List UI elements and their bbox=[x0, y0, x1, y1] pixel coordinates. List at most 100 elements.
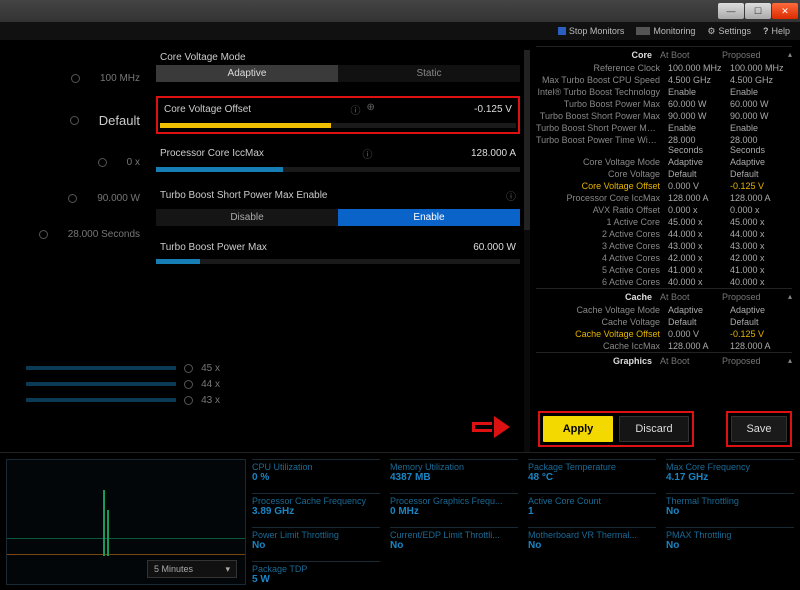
stat-tile[interactable]: Current/EDP Limit Throttli...No bbox=[390, 527, 518, 559]
left-item[interactable]: 90.000 W bbox=[0, 180, 150, 216]
minimize-button[interactable]: — bbox=[718, 3, 744, 19]
tab-static[interactable]: Static bbox=[338, 65, 520, 82]
stat-tile[interactable]: Thermal ThrottlingNo bbox=[666, 493, 794, 525]
monitoring-graph[interactable]: 5 Minutes▾ bbox=[6, 459, 246, 585]
stat-tile[interactable]: Processor Cache Frequency3.89 GHz bbox=[252, 493, 380, 525]
apply-button[interactable]: Apply bbox=[543, 416, 613, 442]
turbo-boost-power-max[interactable]: Turbo Boost Power Max 60.000 W bbox=[156, 240, 520, 264]
section-cache[interactable]: Cache At Boot Proposed ▴ bbox=[536, 288, 792, 304]
setting-label: Turbo Boost Short Power Max Enable bbox=[160, 190, 328, 201]
stat-label: Current/EDP Limit Throttli... bbox=[390, 530, 518, 540]
monitoring-link[interactable]: Monitoring bbox=[636, 26, 695, 36]
stop-monitors-link[interactable]: Stop Monitors bbox=[558, 26, 625, 36]
left-item[interactable]: 28.000 Seconds bbox=[0, 216, 150, 252]
stat-tile[interactable]: Package Temperature48 °C bbox=[528, 459, 656, 491]
stat-value: No bbox=[666, 506, 794, 517]
stat-tile[interactable]: Memory Utilization4387 MB bbox=[390, 459, 518, 491]
row-proposed: 4.500 GHz bbox=[730, 75, 792, 85]
row-proposed: Adaptive bbox=[730, 157, 792, 167]
summary-row: Intel® Turbo Boost TechnologyEnableEnabl… bbox=[536, 86, 792, 98]
toggle-disable[interactable]: Disable bbox=[156, 209, 338, 226]
toggle-enable[interactable]: Enable bbox=[338, 209, 520, 226]
processor-core-iccmax[interactable]: Processor Core IccMax 128.000 A bbox=[156, 144, 520, 172]
stat-tile[interactable]: Motherboard VR Thermal...No bbox=[528, 527, 656, 559]
slider-track[interactable] bbox=[156, 167, 520, 172]
row-proposed: 60.000 W bbox=[730, 99, 792, 109]
row-boot: Enable bbox=[668, 123, 730, 133]
stat-tile[interactable]: Processor Graphics Frequ...0 MHz bbox=[390, 493, 518, 525]
row-proposed: 43.000 x bbox=[730, 241, 792, 251]
row-label: Cache Voltage bbox=[536, 317, 668, 327]
row-label: Intel® Turbo Boost Technology bbox=[536, 87, 668, 97]
row-proposed: Enable bbox=[730, 87, 792, 97]
discard-button[interactable]: Discard bbox=[619, 416, 689, 442]
multiplier-row[interactable]: 45 x bbox=[5, 360, 230, 376]
chevron-up-icon: ▴ bbox=[784, 356, 792, 366]
link-icon[interactable] bbox=[366, 102, 374, 117]
multiplier-row[interactable]: 43 x bbox=[5, 392, 230, 408]
stat-value: No bbox=[252, 540, 380, 551]
multiplier-row[interactable]: 44 x bbox=[5, 376, 230, 392]
section-graphics[interactable]: Graphics At Boot Proposed ▴ bbox=[536, 352, 792, 368]
row-label: Reference Clock bbox=[536, 63, 668, 73]
action-bar: Apply Discard Save bbox=[530, 406, 800, 452]
stat-tile[interactable]: Active Core Count1 bbox=[528, 493, 656, 525]
stat-label: Max Core Frequency bbox=[666, 462, 794, 472]
radio-icon bbox=[71, 74, 80, 83]
row-label: Turbo Boost Power Max bbox=[536, 99, 668, 109]
highlight-core-voltage-offset: Core Voltage Offset -0.125 V bbox=[156, 96, 520, 134]
left-item[interactable]: Default bbox=[0, 96, 150, 144]
slider-track[interactable] bbox=[160, 123, 516, 128]
time-range-select[interactable]: 5 Minutes▾ bbox=[147, 560, 237, 578]
section-core[interactable]: Core At Boot Proposed ▴ bbox=[536, 46, 792, 62]
row-boot: 45.000 x bbox=[668, 217, 730, 227]
stat-tile[interactable]: CPU Utilization0 % bbox=[252, 459, 380, 491]
info-icon[interactable] bbox=[506, 188, 516, 203]
highlight-apply-discard: Apply Discard bbox=[538, 411, 694, 447]
row-label: Core Voltage bbox=[536, 169, 668, 179]
save-button[interactable]: Save bbox=[731, 416, 787, 442]
left-item[interactable]: 0 x bbox=[0, 144, 150, 180]
stat-tile[interactable]: PMAX ThrottlingNo bbox=[666, 527, 794, 559]
row-label: 1 Active Core bbox=[536, 217, 668, 227]
row-boot: 28.000 Seconds bbox=[668, 135, 730, 155]
monitoring-icon bbox=[636, 27, 650, 35]
row-boot: Default bbox=[668, 317, 730, 327]
summary-row: 2 Active Cores44.000 x44.000 x bbox=[536, 228, 792, 240]
row-label: Cache IccMax bbox=[536, 341, 668, 351]
stat-value: No bbox=[666, 540, 794, 551]
stop-icon bbox=[558, 27, 566, 35]
left-item[interactable]: 100 MHz bbox=[0, 60, 150, 96]
row-proposed: Default bbox=[730, 169, 792, 179]
info-icon[interactable] bbox=[362, 146, 372, 161]
info-icon[interactable] bbox=[350, 102, 360, 117]
row-proposed: 28.000 Seconds bbox=[730, 135, 792, 155]
row-label: AVX Ratio Offset bbox=[536, 205, 668, 215]
row-label: Core Voltage Offset bbox=[536, 181, 668, 191]
stat-tile[interactable]: Max Core Frequency4.17 GHz bbox=[666, 459, 794, 491]
settings-link[interactable]: Settings bbox=[707, 26, 751, 37]
setting-label: Core Voltage Mode bbox=[160, 52, 246, 63]
row-proposed: 128.000 A bbox=[730, 193, 792, 203]
stat-tile[interactable]: Package TDP5 W bbox=[252, 561, 380, 590]
help-link[interactable]: Help bbox=[763, 26, 790, 36]
stat-label: PMAX Throttling bbox=[666, 530, 794, 540]
chevron-up-icon: ▴ bbox=[784, 50, 792, 60]
stat-value: 3.89 GHz bbox=[252, 506, 380, 517]
setting-label: Core Voltage Offset bbox=[164, 104, 251, 115]
radio-icon bbox=[68, 194, 77, 203]
row-label: 4 Active Cores bbox=[536, 253, 668, 263]
row-boot: 41.000 x bbox=[668, 265, 730, 275]
row-label: Cache Voltage Mode bbox=[536, 305, 668, 315]
stat-value: 0 % bbox=[252, 472, 380, 483]
row-boot: 42.000 x bbox=[668, 253, 730, 263]
tab-adaptive[interactable]: Adaptive bbox=[156, 65, 338, 82]
maximize-button[interactable]: ☐ bbox=[745, 3, 771, 19]
stat-value: 1 bbox=[528, 506, 656, 517]
row-boot: 90.000 W bbox=[668, 111, 730, 121]
close-button[interactable]: ✕ bbox=[772, 3, 798, 19]
core-voltage-offset[interactable]: Core Voltage Offset -0.125 V bbox=[160, 100, 516, 128]
row-boot: 4.500 GHz bbox=[668, 75, 730, 85]
slider-track[interactable] bbox=[156, 259, 520, 264]
stat-tile[interactable]: Power Limit ThrottlingNo bbox=[252, 527, 380, 559]
